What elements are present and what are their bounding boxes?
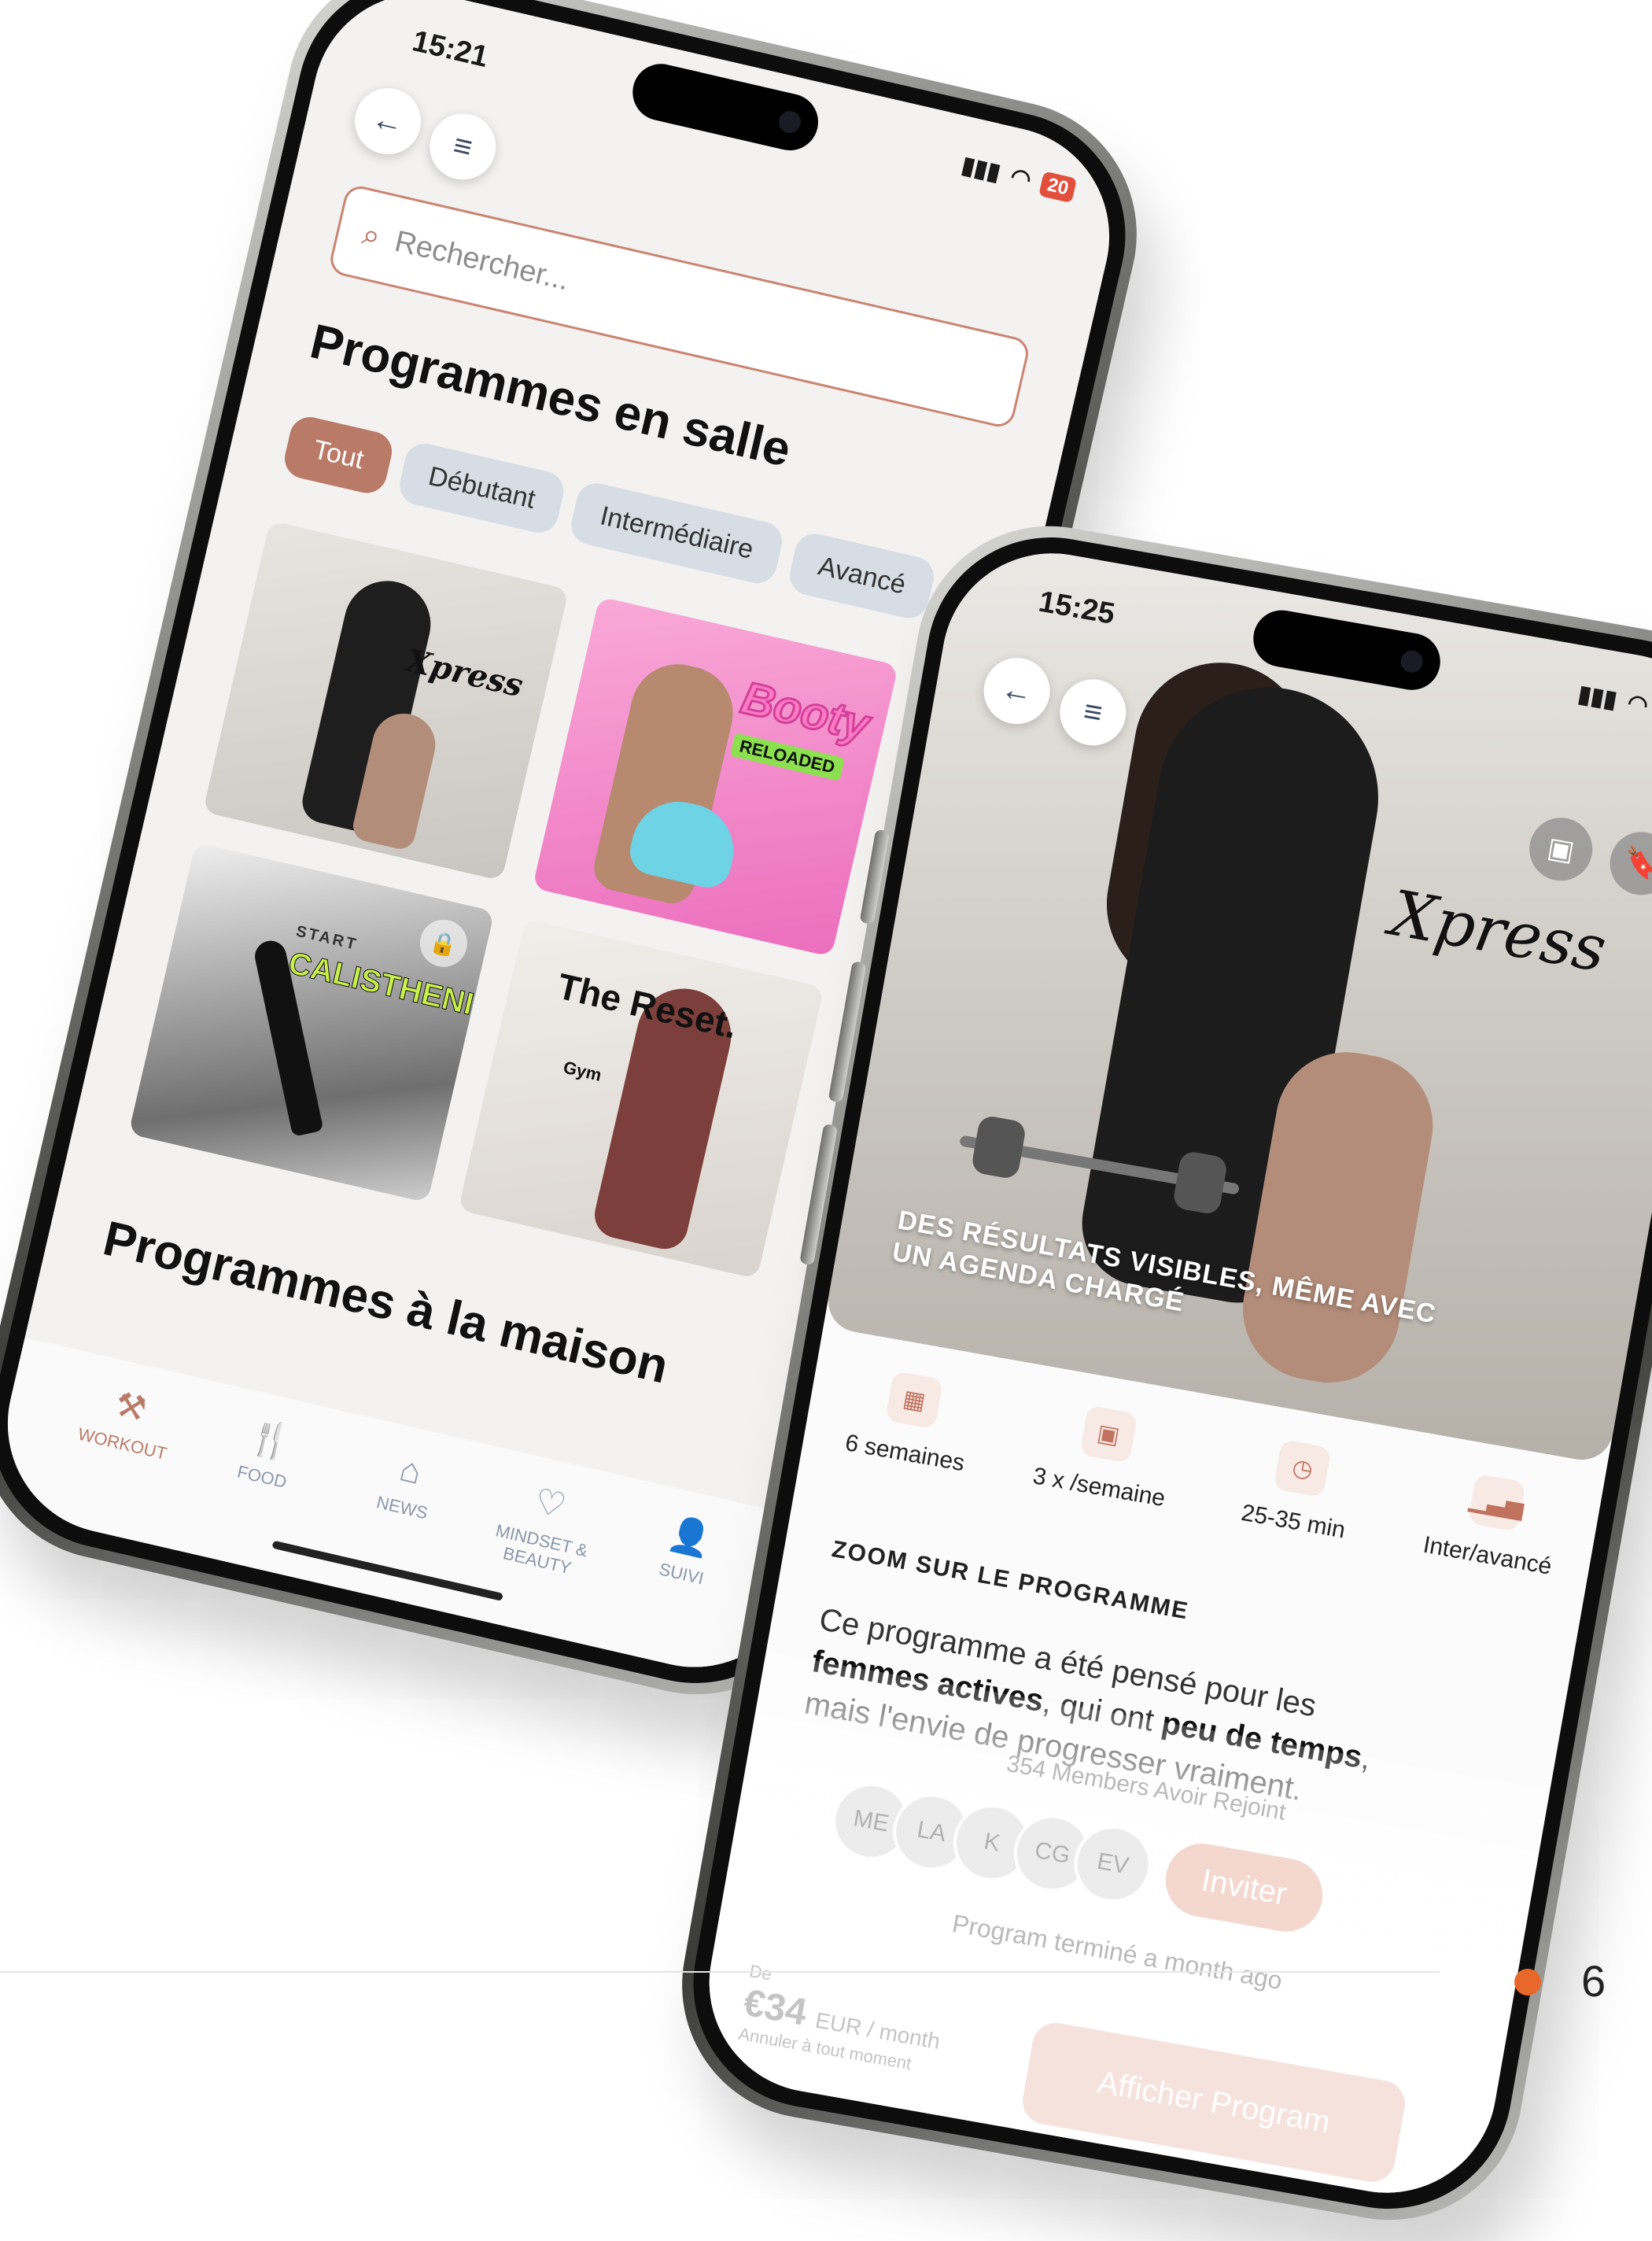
dumbbell-icon: ⚒ bbox=[111, 1384, 151, 1430]
footer-divider bbox=[0, 1971, 1440, 1973]
filter-all[interactable]: Tout bbox=[280, 412, 396, 497]
stat-level: ▁▃▅ Inter/avancé bbox=[1407, 1464, 1578, 1583]
program-card-calisthenics[interactable]: START CALISTHENICS 🔒 bbox=[128, 842, 495, 1203]
battery-icon: 20 bbox=[1038, 170, 1078, 203]
level-bars-icon: ▁▃▅ bbox=[1467, 1473, 1526, 1532]
stat-frequency: ▣ 3 x /semaine bbox=[1020, 1396, 1190, 1515]
menu-button[interactable]: ≡ bbox=[422, 106, 503, 186]
tab-label: MINDSET & BEAUTY bbox=[493, 1520, 590, 1578]
menu-icon: ≡ bbox=[1081, 693, 1105, 731]
tab-label: NEWS bbox=[374, 1492, 430, 1523]
wifi-icon: ◠ bbox=[1008, 163, 1034, 194]
search-placeholder: Rechercher... bbox=[391, 224, 573, 297]
tab-label: WORKOUT bbox=[76, 1423, 169, 1464]
wifi-icon: ◠ bbox=[1625, 689, 1650, 719]
tab-bar: ⚒ WORKOUT 🍴 FOOD ⌂ NEWS ♡ MINDSET & BEAU… bbox=[0, 1337, 817, 1689]
bookmark-button[interactable]: 🔖 bbox=[1605, 827, 1652, 900]
stat-label: Inter/avancé bbox=[1421, 1531, 1554, 1580]
clock-icon: ◷ bbox=[1273, 1439, 1332, 1498]
card-subcaption: Gym bbox=[561, 1057, 604, 1085]
page-dot-icon bbox=[1514, 1969, 1541, 1995]
stat-session-length: ◷ 25-35 min bbox=[1213, 1430, 1384, 1549]
calendar-add-button[interactable]: ▣ bbox=[1524, 812, 1598, 886]
filter-intermediate[interactable]: Intermédiaire bbox=[567, 479, 786, 588]
bookmark-icon: 🔖 bbox=[1621, 844, 1652, 882]
heart-icon: ♡ bbox=[530, 1481, 570, 1527]
fork-knife-icon: 🍴 bbox=[245, 1416, 297, 1464]
signal-icon: ▮▮▮ bbox=[1576, 681, 1620, 714]
signal-icon: ▮▮▮ bbox=[959, 152, 1003, 186]
tab-label: SUIVI bbox=[657, 1559, 706, 1589]
filter-advanced[interactable]: Avancé bbox=[785, 530, 938, 622]
stat-label: 3 x /semaine bbox=[1031, 1463, 1167, 1512]
search-icon: ⌕ bbox=[359, 216, 385, 254]
calendar-icon: ▣ bbox=[1544, 830, 1577, 867]
page-number: 6 bbox=[1581, 1956, 1606, 2006]
filter-beginner[interactable]: Débutant bbox=[396, 439, 568, 537]
program-card-reset[interactable]: The Reset. Gym bbox=[458, 918, 824, 1279]
back-button[interactable]: ← bbox=[348, 81, 428, 161]
program-card-booty[interactable]: Booty RELOADED bbox=[532, 596, 899, 958]
stat-duration: ▦ 6 semaines bbox=[825, 1361, 996, 1480]
tab-mindset-beauty[interactable]: ♡ MINDSET & BEAUTY bbox=[467, 1471, 608, 1642]
arrow-left-icon: ← bbox=[368, 100, 407, 142]
card-caption: Xpress bbox=[402, 641, 527, 705]
program-grid: Xpress Booty RELOADED START CALISTHENICS… bbox=[128, 520, 899, 1279]
status-time: 15:25 bbox=[1036, 585, 1118, 631]
home-icon: ⌂ bbox=[396, 1449, 426, 1492]
status-time: 15:21 bbox=[409, 24, 492, 74]
menu-icon: ≡ bbox=[450, 127, 476, 165]
arrow-left-icon: ← bbox=[998, 670, 1036, 711]
tab-workout[interactable]: ⚒ WORKOUT bbox=[48, 1375, 189, 1545]
card-caption: CALISTHENICS bbox=[285, 945, 495, 1032]
user-icon: 👤 bbox=[664, 1513, 716, 1561]
lock-icon: 🔒 bbox=[415, 914, 472, 972]
tab-label: FOOD bbox=[235, 1461, 289, 1493]
brand-signature: Xpress bbox=[1385, 876, 1612, 987]
calendar-icon: ▦ bbox=[885, 1371, 944, 1430]
stat-label: 25-35 min bbox=[1239, 1499, 1348, 1544]
stat-label: 6 semaines bbox=[843, 1430, 967, 1477]
calendar-icon: ▣ bbox=[1079, 1405, 1138, 1464]
program-card-xpress[interactable]: Xpress bbox=[202, 520, 570, 881]
tab-suivi[interactable]: 👤 SUIVI bbox=[607, 1504, 748, 1675]
